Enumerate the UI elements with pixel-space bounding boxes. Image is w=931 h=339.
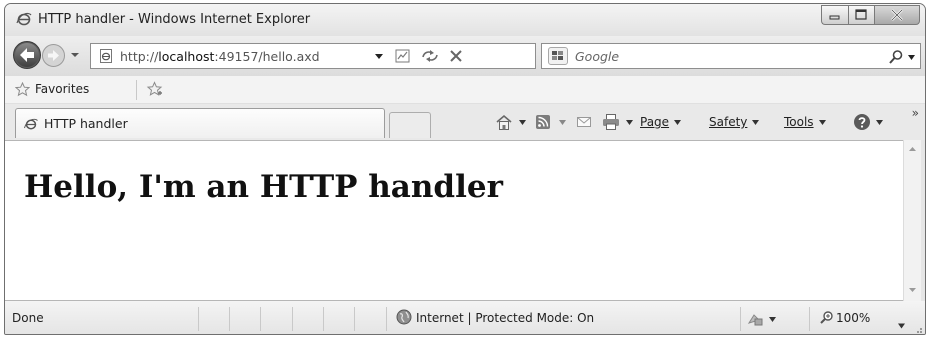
status-divider <box>809 307 810 331</box>
search-icon[interactable] <box>888 49 904 65</box>
recent-pages-dropdown-icon[interactable] <box>70 51 80 59</box>
status-divider <box>292 307 293 331</box>
chevron-down-icon <box>818 119 826 125</box>
page-content: Hello, I'm an HTTP handler <box>5 140 921 301</box>
add-ons-status[interactable] <box>746 309 777 329</box>
browser-window: HTTP handler - Windows Internet Explorer <box>4 3 926 335</box>
zoom-dropdown-icon[interactable] <box>897 316 906 335</box>
search-placeholder: Google <box>575 49 620 64</box>
status-divider <box>386 307 387 331</box>
mail-icon <box>577 117 591 127</box>
home-button[interactable] <box>494 112 514 132</box>
tools-menu-label: Tools <box>784 115 814 129</box>
print-button[interactable] <box>601 112 621 132</box>
home-icon <box>496 114 512 130</box>
forward-arrow-icon[interactable] <box>41 43 66 68</box>
page-menu-label: Page <box>640 115 669 129</box>
window-title: HTTP handler - Windows Internet Explorer <box>38 12 311 27</box>
address-bar[interactable]: http://localhost:49157/hello.axd <box>90 43 536 69</box>
status-divider <box>354 307 355 331</box>
tab-label: HTTP handler <box>44 116 128 131</box>
back-arrow-icon[interactable] <box>12 40 42 70</box>
page-menu-text: Page <box>640 115 670 129</box>
toolbar-overflow-icon[interactable]: » <box>912 106 919 120</box>
status-divider <box>229 307 230 331</box>
tab-http-handler[interactable]: HTTP handler <box>15 108 385 138</box>
page-heading: Hello, I'm an HTTP handler <box>24 169 503 205</box>
chevron-down-icon <box>674 119 682 125</box>
page-icon <box>100 49 112 63</box>
navigation-bar: http://localhost:49157/hello.axd Google <box>5 36 925 76</box>
close-icon <box>891 9 903 21</box>
chevron-down-icon <box>519 119 526 125</box>
help-button[interactable] <box>853 112 884 132</box>
status-text: Done <box>12 311 44 325</box>
favorites-button[interactable]: Favorites <box>35 82 89 96</box>
chevron-down-icon <box>876 119 883 125</box>
scroll-down-icon[interactable] <box>908 287 917 293</box>
tools-menu[interactable]: Tools <box>784 112 827 132</box>
refresh-icon[interactable] <box>419 47 441 65</box>
printer-icon <box>603 114 619 130</box>
search-box[interactable]: Google <box>541 43 921 69</box>
url-path: :49157/hello.axd <box>214 49 320 64</box>
help-icon <box>854 114 870 130</box>
safety-menu-label: Safety <box>709 115 748 129</box>
window-controls <box>821 5 920 25</box>
chevron-down-icon <box>626 119 633 125</box>
new-tab-button[interactable] <box>389 112 431 138</box>
globe-icon <box>396 309 412 325</box>
chevron-down-icon <box>752 119 760 125</box>
resize-grip-icon[interactable] <box>913 324 923 334</box>
status-divider <box>740 307 741 331</box>
favorites-divider <box>136 80 137 100</box>
stop-icon[interactable] <box>445 47 467 65</box>
address-dropdown-icon[interactable] <box>374 53 384 60</box>
status-divider <box>198 307 199 331</box>
add-favorite-icon[interactable] <box>146 81 163 98</box>
title-bar: HTTP handler - Windows Internet Explorer <box>5 4 925 36</box>
address-url[interactable]: http://localhost:49157/hello.axd <box>120 49 320 64</box>
compatibility-view-icon[interactable] <box>392 47 414 65</box>
page-menu[interactable]: Page <box>640 112 682 132</box>
maximize-icon <box>855 9 867 20</box>
url-scheme: http:// <box>120 49 159 64</box>
add-on-icon <box>747 314 763 326</box>
status-divider <box>323 307 324 331</box>
security-zone[interactable]: Internet | Protected Mode: On <box>416 311 594 325</box>
search-dropdown-icon[interactable] <box>907 54 916 61</box>
chevron-down-icon <box>559 119 566 125</box>
maximize-button[interactable] <box>848 5 874 25</box>
zoom-level[interactable]: 100% <box>836 311 870 325</box>
status-divider <box>260 307 261 331</box>
minimize-icon <box>829 15 840 20</box>
vertical-scrollbar[interactable] <box>903 140 921 301</box>
url-host: localhost <box>158 49 215 64</box>
safety-menu[interactable]: Safety <box>709 112 760 132</box>
minimize-button[interactable] <box>821 5 848 25</box>
ie-page-icon <box>24 118 38 130</box>
favorites-bar: Favorites <box>5 76 925 104</box>
scroll-up-icon[interactable] <box>908 146 917 152</box>
star-icon[interactable] <box>15 82 30 97</box>
status-bar: Done Internet | Protected Mode: On 100% <box>5 301 925 335</box>
feeds-button[interactable] <box>535 112 551 132</box>
ie-logo-icon <box>16 12 32 26</box>
chevron-down-icon <box>769 316 776 322</box>
home-dropdown[interactable] <box>518 112 527 132</box>
rss-feed-icon <box>536 115 550 129</box>
print-dropdown[interactable] <box>625 112 634 132</box>
tab-row: HTTP handler Page Safety Tools » <box>5 104 925 140</box>
feeds-dropdown[interactable] <box>558 112 567 132</box>
search-provider-icon[interactable] <box>548 47 568 65</box>
close-button[interactable] <box>874 5 920 25</box>
magnifier-icon[interactable] <box>819 310 834 325</box>
read-mail-button[interactable] <box>576 112 592 132</box>
